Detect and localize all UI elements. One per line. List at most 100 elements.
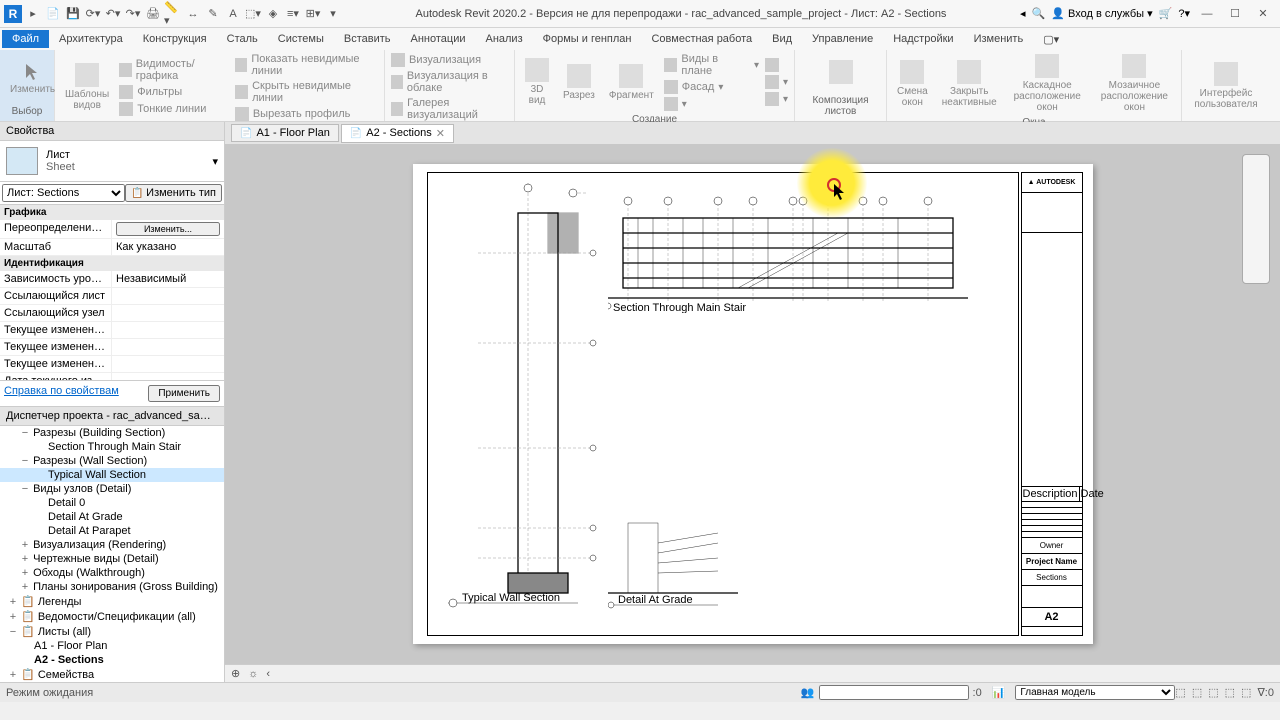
tab-structure[interactable]: Конструкция (133, 30, 217, 48)
3d-icon[interactable]: ⬚▾ (244, 5, 262, 23)
search-icon[interactable]: 🔍 (1032, 7, 1046, 20)
instance-filter-select[interactable]: Лист: Sections (2, 184, 125, 202)
prop-row[interactable]: МасштабКак указано (0, 239, 224, 256)
tree-item[interactable]: − Разрезы (Building Section) (0, 426, 224, 440)
tab-collab[interactable]: Совместная работа (641, 30, 762, 48)
measure-icon[interactable]: 📏▾ (164, 5, 182, 23)
tree-item[interactable]: + Визуализация (Rendering) (0, 538, 224, 552)
switch-icon[interactable]: ▾ (324, 5, 342, 23)
save-icon[interactable]: 💾 (64, 5, 82, 23)
sel-icon-5[interactable]: ⬚ (1241, 686, 1251, 699)
render-button[interactable]: Визуализация (389, 52, 510, 68)
drawing-canvas[interactable]: Section Through Main Stair (225, 144, 1280, 664)
type-selector[interactable]: Лист Sheet ▾ (0, 141, 224, 182)
tree-item[interactable]: Detail At Parapet (0, 524, 224, 538)
sel-icon-1[interactable]: ⬚ (1175, 686, 1185, 699)
filter-count-icon[interactable]: ∇:0 (1257, 686, 1274, 699)
thinline-icon[interactable]: ≡▾ (284, 5, 302, 23)
sheet-comp-button[interactable] (823, 58, 859, 88)
tab-view[interactable]: Вид (762, 30, 802, 48)
thin-lines-button[interactable]: Тонкие линии (117, 101, 231, 117)
tab-annotate[interactable]: Аннотации (401, 30, 476, 48)
status-model-icon[interactable]: 📊 (992, 686, 1006, 699)
overrides-edit-button[interactable]: Изменить... (116, 222, 220, 236)
redo-icon[interactable]: ↷▾ (124, 5, 142, 23)
prop-row[interactable]: Ссылающийся узел (0, 305, 224, 322)
tree-item[interactable]: Typical Wall Section (0, 468, 224, 482)
text-icon[interactable]: A (224, 5, 242, 23)
tab-systems[interactable]: Системы (268, 30, 334, 48)
prop-row[interactable]: Переопределения ...Изменить... (0, 220, 224, 239)
vc-sun-icon[interactable]: ☼ (248, 668, 258, 680)
signin-button[interactable]: 👤 Вход в службы ▾ (1051, 7, 1152, 20)
help-icon[interactable]: ?▾ (1178, 7, 1190, 20)
plan-views-button[interactable]: Виды в плане ▾ (662, 52, 761, 78)
prop-row[interactable]: Дата текущего изм... (0, 373, 224, 380)
tile-button[interactable]: Мозаичное расположение окон (1092, 52, 1177, 115)
ui-button[interactable]: Интерфейс пользователя (1188, 60, 1263, 112)
tab-modify[interactable]: Изменить (964, 30, 1034, 48)
section-icon[interactable]: ◈ (264, 5, 282, 23)
elevation-button[interactable]: Фасад ▾ (662, 79, 761, 95)
prop-row[interactable]: Зависимость уровняНезависимый (0, 271, 224, 288)
tree-item[interactable]: + Чертежные виды (Detail) (0, 552, 224, 566)
close-inactive-button[interactable]: Закрыть неактивные (936, 58, 1003, 110)
tree-item[interactable]: + 📋 Ведомости/Спецификации (all) (0, 609, 224, 624)
print-icon[interactable]: 🖨 (144, 5, 162, 23)
show-hidden-button[interactable]: Показать невидимые линии (233, 52, 380, 78)
project-browser[interactable]: − Разрезы (Building Section) Section Thr… (0, 426, 224, 682)
small2-button[interactable]: ▾ (763, 74, 790, 90)
properties-help-link[interactable]: Справка по свойствам (4, 385, 119, 402)
tree-item[interactable]: A2 - Sections (0, 653, 224, 667)
tree-item[interactable]: Section Through Main Stair (0, 440, 224, 454)
close-tab-icon[interactable]: ✕ (436, 127, 445, 140)
new-icon[interactable]: 📄 (44, 5, 62, 23)
tree-item[interactable]: + 📋 Семейства (0, 667, 224, 682)
tab-insert[interactable]: Вставить (334, 30, 401, 48)
minimize-button[interactable]: — (1196, 5, 1218, 23)
tree-item[interactable]: A1 - Floor Plan (0, 639, 224, 653)
vc-wheel-icon[interactable]: ⊕ (231, 667, 240, 680)
cascade-button[interactable]: Каскадное расположение окон (1005, 52, 1090, 115)
sel-icon-2[interactable]: ⬚ (1192, 686, 1202, 699)
status-model-select[interactable]: Главная модель (1015, 685, 1175, 700)
navigation-bar[interactable] (1242, 154, 1270, 284)
render-gallery-button[interactable]: Галерея визуализаций (389, 96, 510, 122)
close-button[interactable]: ✕ (1252, 5, 1274, 23)
close-inactive-icon[interactable]: ⊞▾ (304, 5, 322, 23)
tree-item[interactable]: Detail At Grade (0, 510, 224, 524)
small3-button[interactable]: ▾ (763, 91, 790, 107)
open-icon[interactable]: ▸ (24, 5, 42, 23)
undo-icon[interactable]: ↶▾ (104, 5, 122, 23)
sel-icon-3[interactable]: ⬚ (1208, 686, 1218, 699)
tab-massing[interactable]: Формы и генплан (533, 30, 642, 48)
tab-analyze[interactable]: Анализ (475, 30, 532, 48)
tab-extra-icon[interactable]: ▢▾ (1033, 30, 1069, 49)
view-tab-a1[interactable]: 📄 A1 - Floor Plan (231, 124, 339, 142)
prop-row[interactable]: Ссылающийся лист (0, 288, 224, 305)
visibility-graphics-button[interactable]: Видимость/ графика (117, 57, 231, 83)
tree-item[interactable]: − 📋 Листы (all) (0, 624, 224, 639)
render-cloud-button[interactable]: Визуализация в облаке (389, 69, 510, 95)
create-more-button[interactable]: ▾ (662, 96, 761, 112)
dimension-icon[interactable]: ↔ (184, 5, 202, 23)
status-workset-icon[interactable]: 👥 (801, 686, 815, 699)
prop-row[interactable]: Текущее изменени... (0, 322, 224, 339)
nav-back-icon[interactable]: ◂ (1020, 7, 1026, 20)
callout-button[interactable]: Фрагмент (603, 62, 660, 103)
hide-hidden-button[interactable]: Скрыть невидимые линии (233, 79, 380, 105)
section-button[interactable]: Разрез (557, 62, 601, 103)
tag-icon[interactable]: ✎ (204, 5, 222, 23)
tab-manage[interactable]: Управление (802, 30, 883, 48)
modify-button[interactable]: Изменить (4, 60, 61, 97)
status-workset-input[interactable] (819, 685, 969, 700)
tree-item[interactable]: Detail 0 (0, 496, 224, 510)
tab-addins[interactable]: Надстройки (883, 30, 963, 48)
small1-button[interactable] (763, 57, 790, 73)
filters-button[interactable]: Фильтры (117, 84, 231, 100)
prop-row[interactable]: Текущее изменени... (0, 356, 224, 373)
view-tab-a2[interactable]: 📄 A2 - Sections ✕ (341, 124, 454, 143)
tree-item[interactable]: + 📋 Легенды (0, 594, 224, 609)
apply-button[interactable]: Применить (148, 385, 220, 402)
sync-icon[interactable]: ⟳▾ (84, 5, 102, 23)
